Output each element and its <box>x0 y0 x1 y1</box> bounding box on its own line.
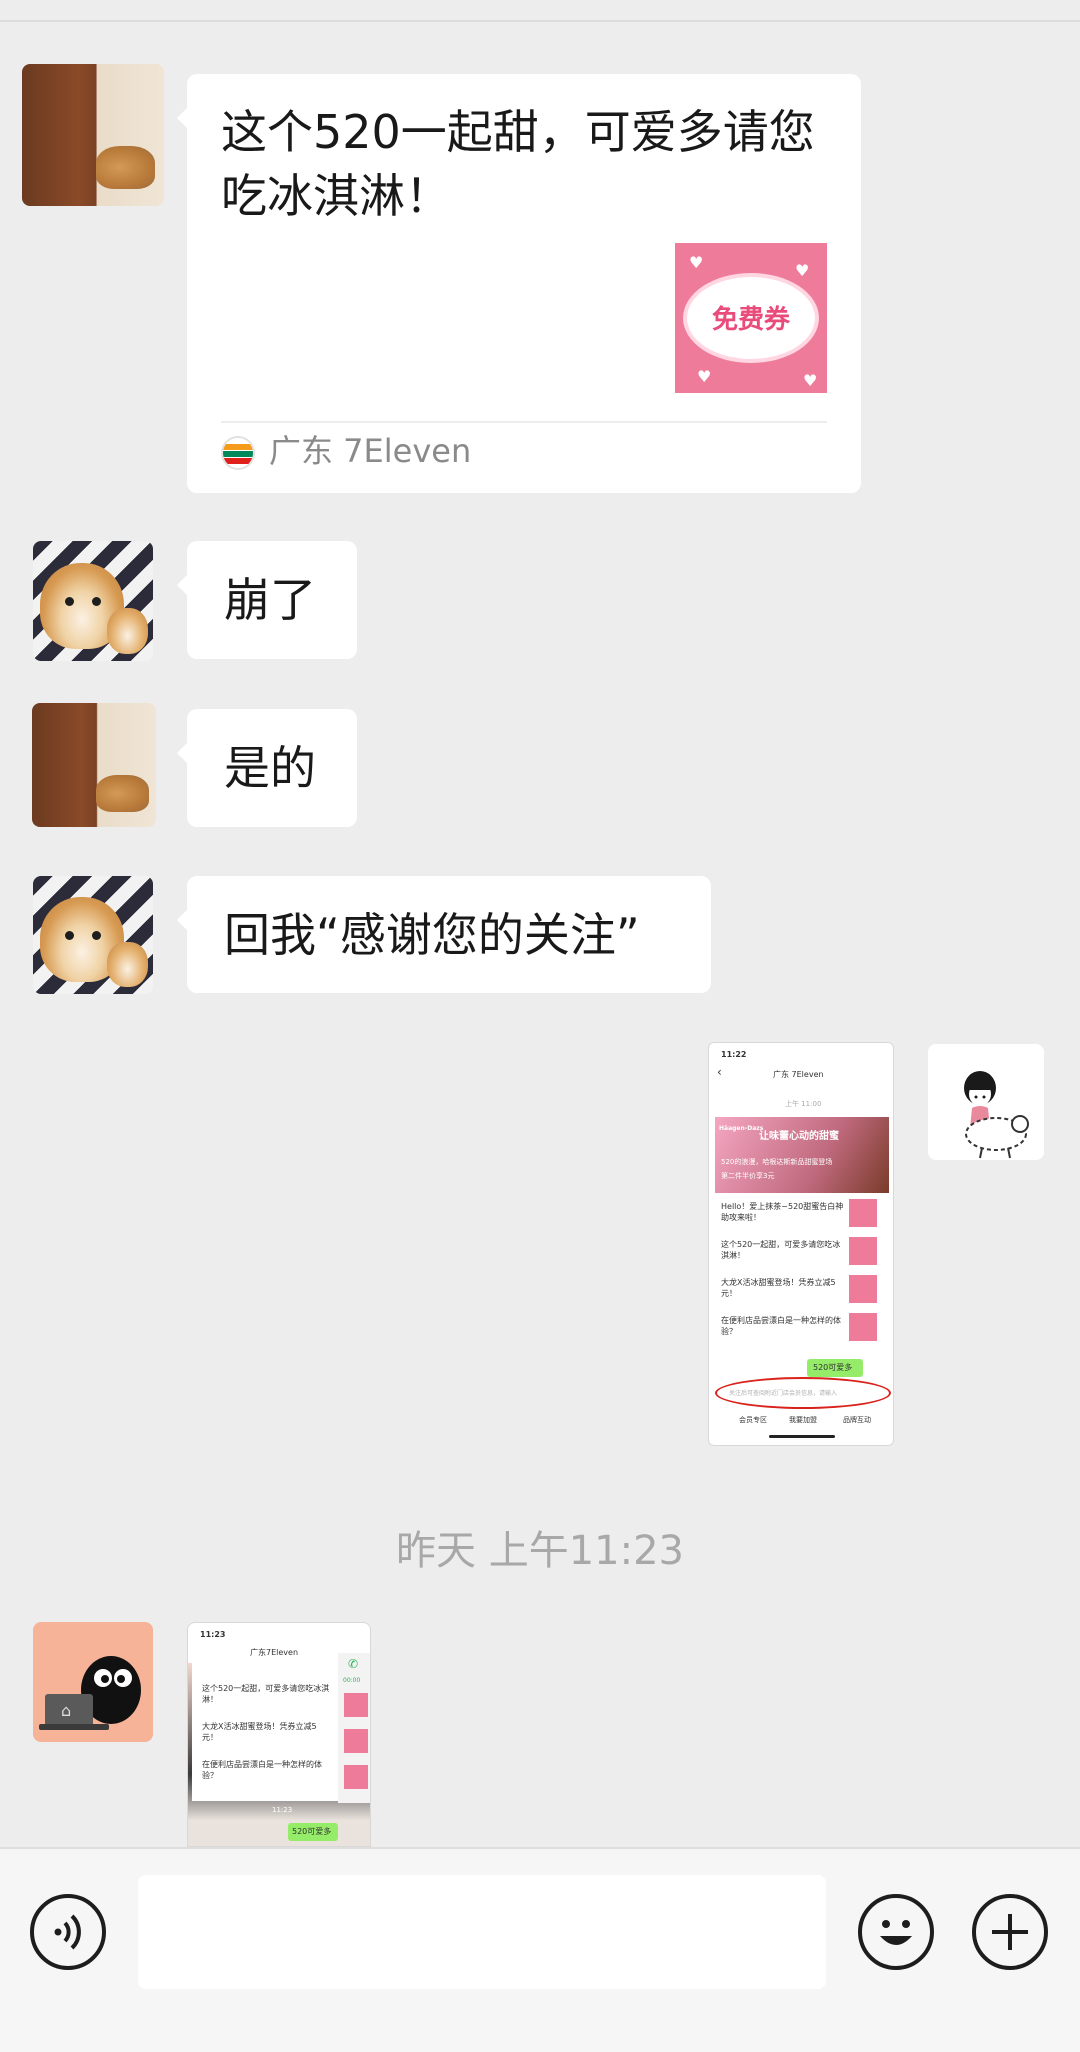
received-screenshot-image[interactable]: 11:23 广东7Eleven 这个520一起甜，可爱多请您吃冰淇淋！ 大龙X活… <box>187 1622 371 1847</box>
shot-item-thumb <box>849 1237 877 1265</box>
emoji-button[interactable] <box>858 1894 934 1970</box>
shot-item-thumb <box>849 1199 877 1227</box>
card-divider <box>221 421 827 423</box>
shot2-title: 广东7Eleven <box>250 1648 299 1657</box>
sent-screenshot-image[interactable]: 11:22 ‹ 广东 7Eleven 上午 11:00 Häagen-Dazs … <box>708 1042 894 1446</box>
article-card-title: 这个520一起甜，可爱多请您吃冰淇淋！ <box>221 105 815 223</box>
card-source: 广东 7Eleven <box>269 432 472 470</box>
cartoon-figure-illustration: ⌂ <box>39 1656 141 1730</box>
top-divider <box>0 20 1080 22</box>
shiba-puppy-image <box>107 608 149 654</box>
coupon-label: 免费券 <box>711 305 790 335</box>
message-bubble[interactable]: 回我“感谢您的关注” <box>177 876 711 993</box>
article-card[interactable]: 这个520一起甜，可爱多请您吃冰淇淋！ ♥ ♥ ♥ ♥ 免费券 广东 7Elev… <box>177 74 861 493</box>
shot-date: 上午 11:00 <box>785 1100 822 1108</box>
contact-avatar-cartoon[interactable]: ⌂ <box>33 1622 153 1742</box>
7eleven-logo-icon <box>221 436 255 470</box>
shot-banner-brand: Häagen-Dazs <box>719 1125 764 1132</box>
shot2-thumb <box>344 1693 368 1717</box>
shot-status-time: 11:22 <box>721 1050 747 1059</box>
contact-avatar-shiba[interactable] <box>33 541 153 661</box>
shot-home-indicator <box>769 1435 835 1438</box>
plus-icon <box>992 1914 1028 1950</box>
dog-peeking-image <box>95 146 156 189</box>
shot2-call-time: 00:00 <box>343 1677 361 1684</box>
smiley-icon <box>880 1920 912 1945</box>
voice-icon <box>54 1914 81 1950</box>
message-text: 是的 <box>224 741 316 795</box>
shot-list-item: 大龙X活冰甜蜜登场！凭券立减5元！ <box>721 1278 836 1298</box>
contact-avatar-door[interactable] <box>22 64 164 206</box>
voice-button[interactable] <box>30 1894 106 1970</box>
shot-title: 广东 7Eleven <box>773 1070 824 1079</box>
shot2-thumb <box>344 1729 368 1753</box>
shot-green-text: 520可爱多 <box>813 1363 853 1372</box>
message-bubble[interactable]: 是的 <box>177 709 357 827</box>
message-text: 回我“感谢您的关注” <box>224 908 640 962</box>
shot-tab: 我要加盟 <box>789 1416 817 1424</box>
message-input[interactable] <box>138 1875 826 1989</box>
shot-list-item: 这个520一起甜，可爱多请您吃冰淇淋！ <box>721 1240 841 1260</box>
shot-tab: 会员专区 <box>739 1416 767 1424</box>
contact-avatar-shiba[interactable] <box>33 876 153 994</box>
shot-input-hint: 关注后可查阅附近门店会员信息，请输入 <box>729 1390 838 1397</box>
contact-avatar-door[interactable] <box>32 703 156 827</box>
shot-tab: 品牌互动 <box>843 1416 871 1424</box>
shot-list-item: Hello！爱上抹茶~520甜蜜告白神助攻来啦！ <box>721 1202 844 1222</box>
message-bubble[interactable]: 崩了 <box>177 541 357 659</box>
shot-list-item: 在便利店品尝漂白是一种怎样的体验？ <box>721 1316 841 1336</box>
svg-text:⌂: ⌂ <box>61 1701 71 1720</box>
shot-banner-title: 让味蕾心动的甜蜜 <box>759 1131 839 1142</box>
shot2-status-time: 11:23 <box>200 1630 226 1639</box>
shot2-list-item: 大龙X活冰甜蜜登场！凭券立减5元！ <box>202 1722 317 1742</box>
shot-banner-line: 第二件半价享3元 <box>721 1172 775 1180</box>
message-text: 崩了 <box>224 573 316 627</box>
girl-sheep-illustration <box>964 1071 1029 1159</box>
shot2-green-text: 520可爱多 <box>292 1827 332 1836</box>
more-button[interactable] <box>972 1894 1048 1970</box>
shot2-video-time: 11:23 <box>272 1806 293 1814</box>
shot-banner-line: 520的浪漫，哈根达斯新品甜蜜登场 <box>721 1158 833 1166</box>
shot-item-thumb <box>849 1313 877 1341</box>
chat-input-bar <box>0 1847 1080 2052</box>
shot-back-icon: ‹ <box>717 1065 722 1079</box>
shot2-list-item: 这个520一起甜，可爱多请您吃冰淇淋！ <box>202 1684 330 1704</box>
dog-peeking-image <box>96 774 149 813</box>
shot-item-thumb <box>849 1275 877 1303</box>
article-thumbnail: ♥ ♥ ♥ ♥ 免费券 <box>675 243 827 393</box>
shot2-phone-icon: ✆ <box>348 1657 359 1671</box>
chat-timestamp: 昨天 上午11:23 <box>396 1528 684 1574</box>
shiba-puppy-image <box>107 942 149 987</box>
shot2-thumb <box>344 1765 368 1789</box>
shot2-list-item: 在便利店品尝漂白是一种怎样的体验？ <box>202 1760 322 1780</box>
my-avatar[interactable] <box>928 1044 1044 1160</box>
